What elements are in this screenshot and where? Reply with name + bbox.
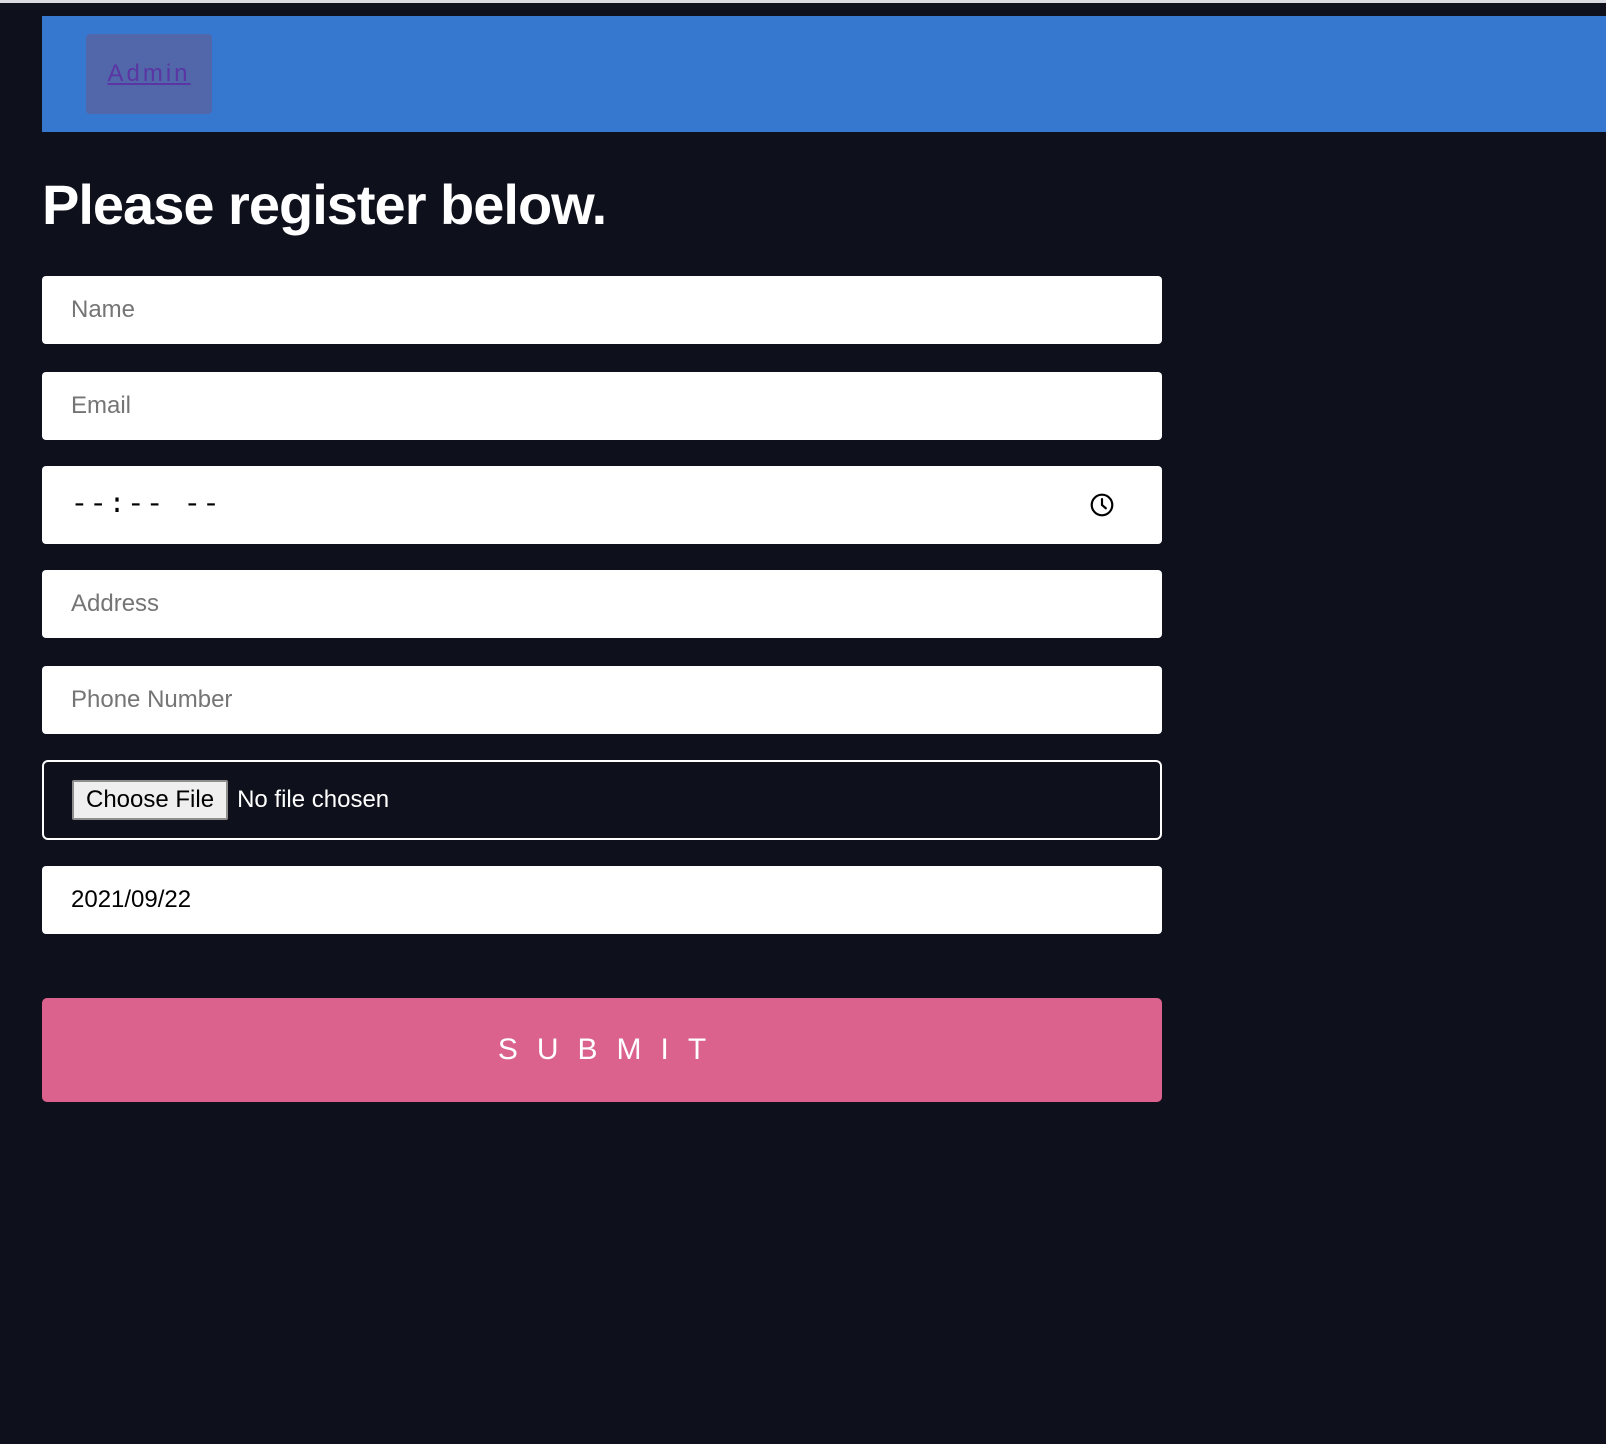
browser-top-strip bbox=[0, 0, 1606, 3]
choose-file-button[interactable]: Choose File bbox=[72, 780, 229, 820]
name-input[interactable] bbox=[42, 276, 1162, 344]
date-input[interactable] bbox=[42, 866, 1162, 934]
file-upload-field: Choose File No file chosen bbox=[42, 760, 1162, 840]
navbar: Admin bbox=[42, 16, 1606, 132]
page-title: Please register below. bbox=[42, 173, 607, 236]
time-input[interactable]: --:-- -- bbox=[42, 466, 1162, 544]
clock-icon[interactable] bbox=[1089, 492, 1115, 518]
submit-button[interactable]: SUBMIT bbox=[42, 998, 1162, 1102]
time-input-value: --:-- -- bbox=[71, 489, 222, 521]
phone-number-input[interactable] bbox=[42, 666, 1162, 734]
address-input[interactable] bbox=[42, 570, 1162, 638]
email-input[interactable] bbox=[42, 372, 1162, 440]
file-status-text: No file chosen bbox=[237, 786, 390, 813]
admin-link[interactable]: Admin bbox=[86, 34, 212, 114]
